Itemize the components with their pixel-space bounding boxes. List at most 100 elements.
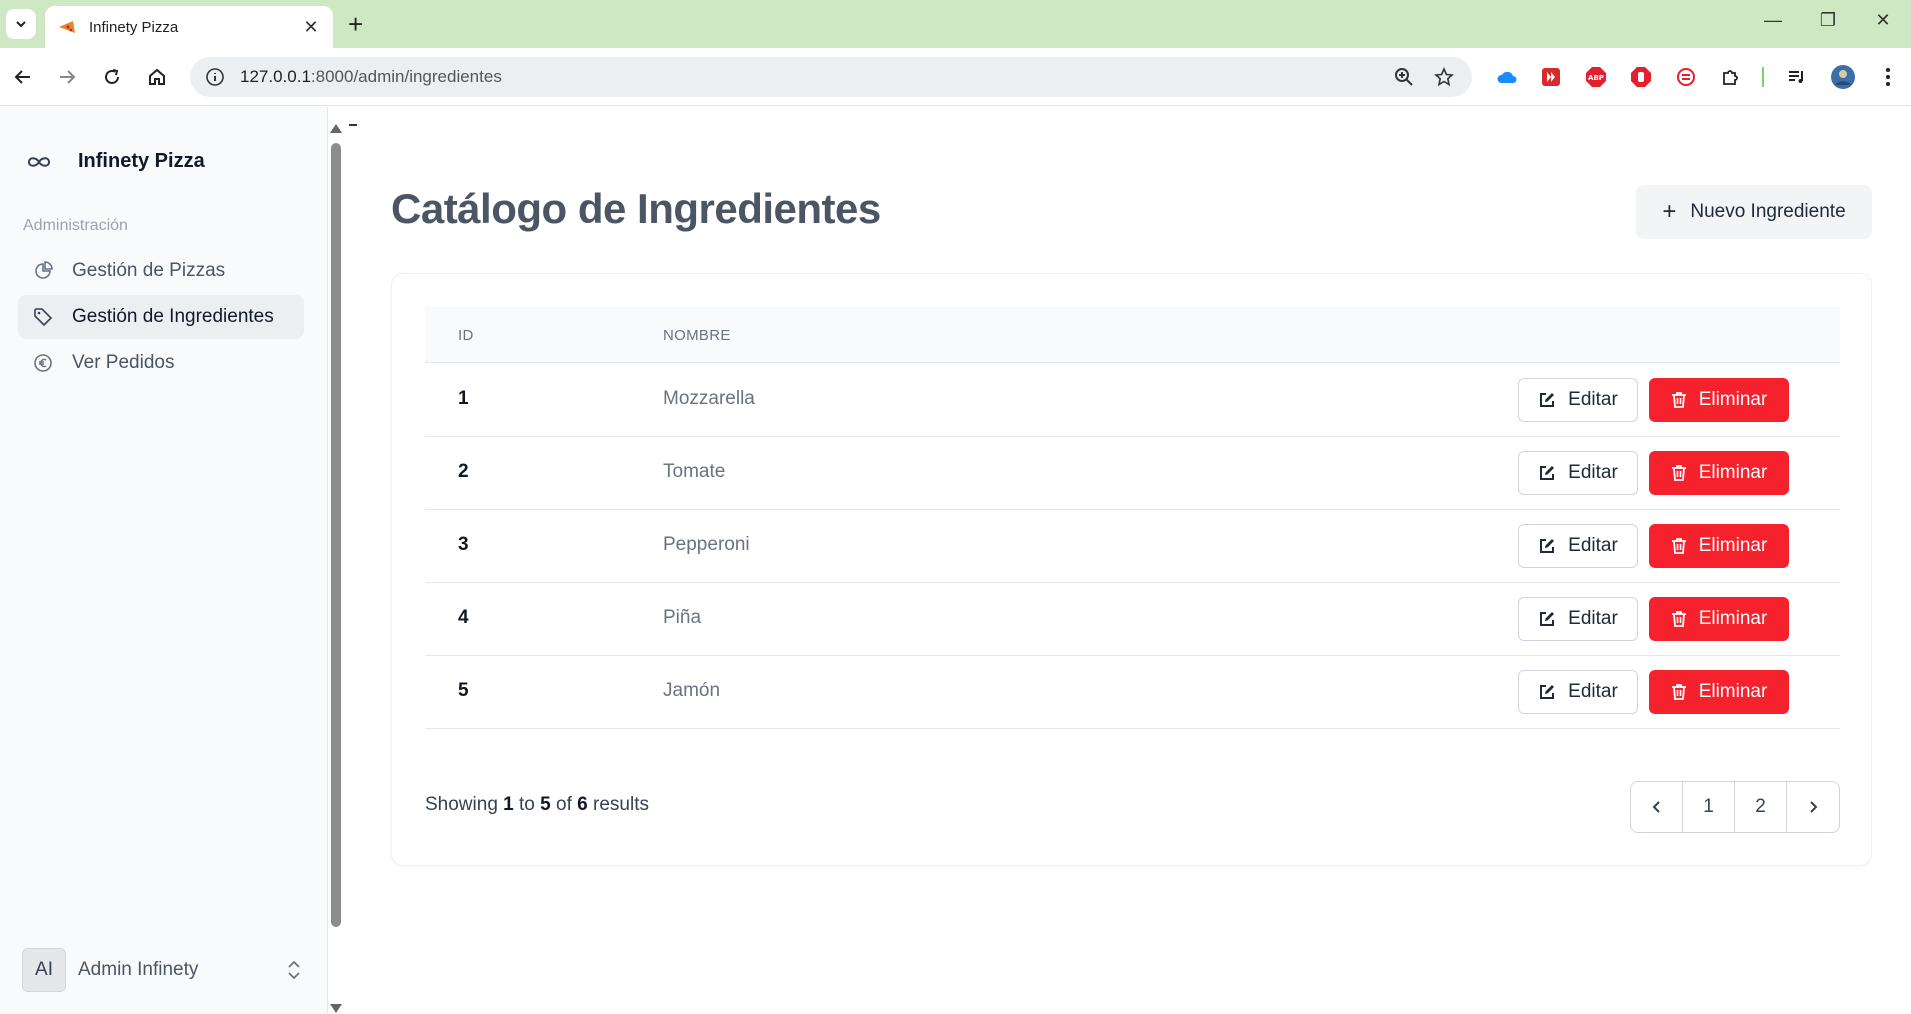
chevron-down-icon	[16, 21, 26, 28]
browser-menu-icon[interactable]	[1874, 63, 1902, 91]
tab-search-button[interactable]	[6, 9, 36, 39]
new-tab-button[interactable]: +	[348, 10, 363, 38]
media-controls-icon[interactable]	[1783, 63, 1811, 91]
edit-button[interactable]: Editar	[1518, 378, 1638, 422]
url-host: 127.0.0.1	[240, 67, 311, 86]
scrollbar-thumb[interactable]	[331, 143, 341, 927]
table-header: ID NOMBRE	[425, 307, 1840, 363]
pagination: 1 2	[1630, 781, 1840, 833]
cell-name: Piña	[663, 607, 702, 628]
delete-button[interactable]: Eliminar	[1649, 524, 1789, 568]
sidebar: Infinety Pizza Administración Gestión de…	[0, 107, 328, 1014]
showing-prefix: Showing	[425, 794, 498, 815]
scroll-down-arrow[interactable]	[330, 1004, 342, 1013]
trash-icon	[1671, 538, 1686, 554]
bookmark-star-icon[interactable]	[1430, 63, 1458, 91]
column-header-nombre[interactable]: NOMBRE	[663, 327, 731, 344]
euro-icon	[32, 352, 54, 374]
trash-icon	[1671, 392, 1686, 408]
cell-id: 4	[458, 607, 469, 628]
table-row: 4 Piña Editar Eliminar	[425, 583, 1840, 656]
pie-chart-icon	[32, 260, 54, 282]
sidebar-item-pedidos[interactable]: Ver Pedidos	[18, 341, 304, 385]
section-label: Administración	[23, 217, 128, 234]
edit-button[interactable]: Editar	[1518, 597, 1638, 641]
edit-button[interactable]: Editar	[1518, 524, 1638, 568]
page-2-button[interactable]: 2	[1735, 782, 1787, 832]
restore-icon[interactable]: ❐	[1813, 10, 1843, 31]
edit-label: Editar	[1568, 389, 1618, 410]
browser-tab-bar: Infinety Pizza ✕ + — ❐ ✕	[0, 0, 1911, 48]
zoom-icon[interactable]	[1390, 63, 1418, 91]
cell-id: 2	[458, 461, 469, 482]
edit-button[interactable]: Editar	[1518, 670, 1638, 714]
edit-label: Editar	[1568, 681, 1618, 702]
site-info-icon[interactable]	[204, 66, 226, 88]
arrow-left-icon	[14, 70, 30, 84]
cell-id: 3	[458, 534, 469, 555]
delete-label: Eliminar	[1698, 608, 1768, 629]
hand-stop-extension-icon[interactable]	[1627, 63, 1655, 91]
brand-name: Infinety Pizza	[78, 150, 205, 172]
delete-button[interactable]: Eliminar	[1649, 378, 1789, 422]
profile-avatar-icon[interactable]	[1829, 63, 1857, 91]
chevron-up-down-icon	[288, 960, 300, 980]
delete-button[interactable]: Eliminar	[1649, 451, 1789, 495]
edit-label: Editar	[1568, 535, 1618, 556]
toolbar-divider	[1762, 67, 1764, 87]
brand[interactable]: Infinety Pizza	[26, 150, 205, 173]
home-button[interactable]	[142, 62, 172, 92]
table-row: 2 Tomate Editar Eliminar	[425, 437, 1840, 510]
edit-icon	[1540, 393, 1555, 407]
arrow-right-icon	[60, 70, 76, 84]
chevron-right-icon	[1810, 801, 1818, 813]
scroll-up-arrow[interactable]	[330, 124, 342, 133]
delete-button[interactable]: Eliminar	[1649, 670, 1789, 714]
close-window-icon[interactable]: ✕	[1868, 10, 1898, 31]
delete-label: Eliminar	[1698, 681, 1768, 702]
user-menu[interactable]: AI Admin Infinety	[22, 947, 302, 993]
previous-page-button[interactable]	[1631, 782, 1683, 832]
edit-icon	[1540, 685, 1555, 699]
cell-id: 1	[458, 388, 469, 409]
avatar: AI	[22, 948, 66, 992]
adblock-plus-icon[interactable]: ABP	[1582, 63, 1610, 91]
showing-suffix: results	[593, 794, 649, 815]
collapse-marker	[349, 124, 357, 126]
new-ingredient-button[interactable]: + Nuevo Ingrediente	[1636, 185, 1872, 239]
tab-title: Infinety Pizza	[89, 18, 179, 36]
close-tab-icon[interactable]: ✕	[301, 17, 321, 38]
sidebar-item-pizzas[interactable]: Gestión de Pizzas	[18, 249, 304, 293]
plus-icon: +	[1662, 198, 1677, 225]
address-bar[interactable]: 127.0.0.1:8000/admin/ingredientes	[190, 57, 1472, 97]
page-1-button[interactable]: 1	[1683, 782, 1735, 832]
edit-button[interactable]: Editar	[1518, 451, 1638, 495]
sidebar-item-label: Ver Pedidos	[72, 352, 175, 373]
delete-button[interactable]: Eliminar	[1649, 597, 1789, 641]
browser-tab[interactable]: Infinety Pizza ✕	[45, 6, 333, 48]
cell-name: Tomate	[663, 461, 726, 482]
forward-button[interactable]	[52, 62, 82, 92]
new-ingredient-label: Nuevo Ingrediente	[1690, 201, 1846, 222]
browser-toolbar: 127.0.0.1:8000/admin/ingredientes ABP	[0, 48, 1911, 106]
next-page-button[interactable]	[1787, 782, 1839, 832]
trash-icon	[1671, 465, 1686, 481]
reload-icon	[105, 69, 119, 84]
sidebar-item-label: Gestión de Pizzas	[72, 260, 226, 281]
reload-button[interactable]	[97, 62, 127, 92]
table-row: 3 Pepperoni Editar Eliminar	[425, 510, 1840, 583]
showing-to: 5	[540, 794, 551, 815]
back-button[interactable]	[8, 62, 38, 92]
extensions-puzzle-icon[interactable]	[1716, 63, 1744, 91]
sidebar-item-ingredientes[interactable]: Gestión de Ingredientes	[18, 295, 304, 339]
column-header-id[interactable]: ID	[458, 327, 474, 344]
delete-label: Eliminar	[1698, 389, 1768, 410]
chevron-left-icon	[1652, 801, 1660, 813]
showing-to-word: to	[519, 794, 535, 815]
shield-extension-icon[interactable]	[1672, 63, 1700, 91]
minimize-icon[interactable]: —	[1758, 10, 1788, 31]
video-extension-icon[interactable]	[1537, 63, 1565, 91]
tag-icon	[32, 306, 54, 328]
cloud-extension-icon[interactable]	[1493, 63, 1521, 91]
delete-label: Eliminar	[1698, 462, 1768, 483]
